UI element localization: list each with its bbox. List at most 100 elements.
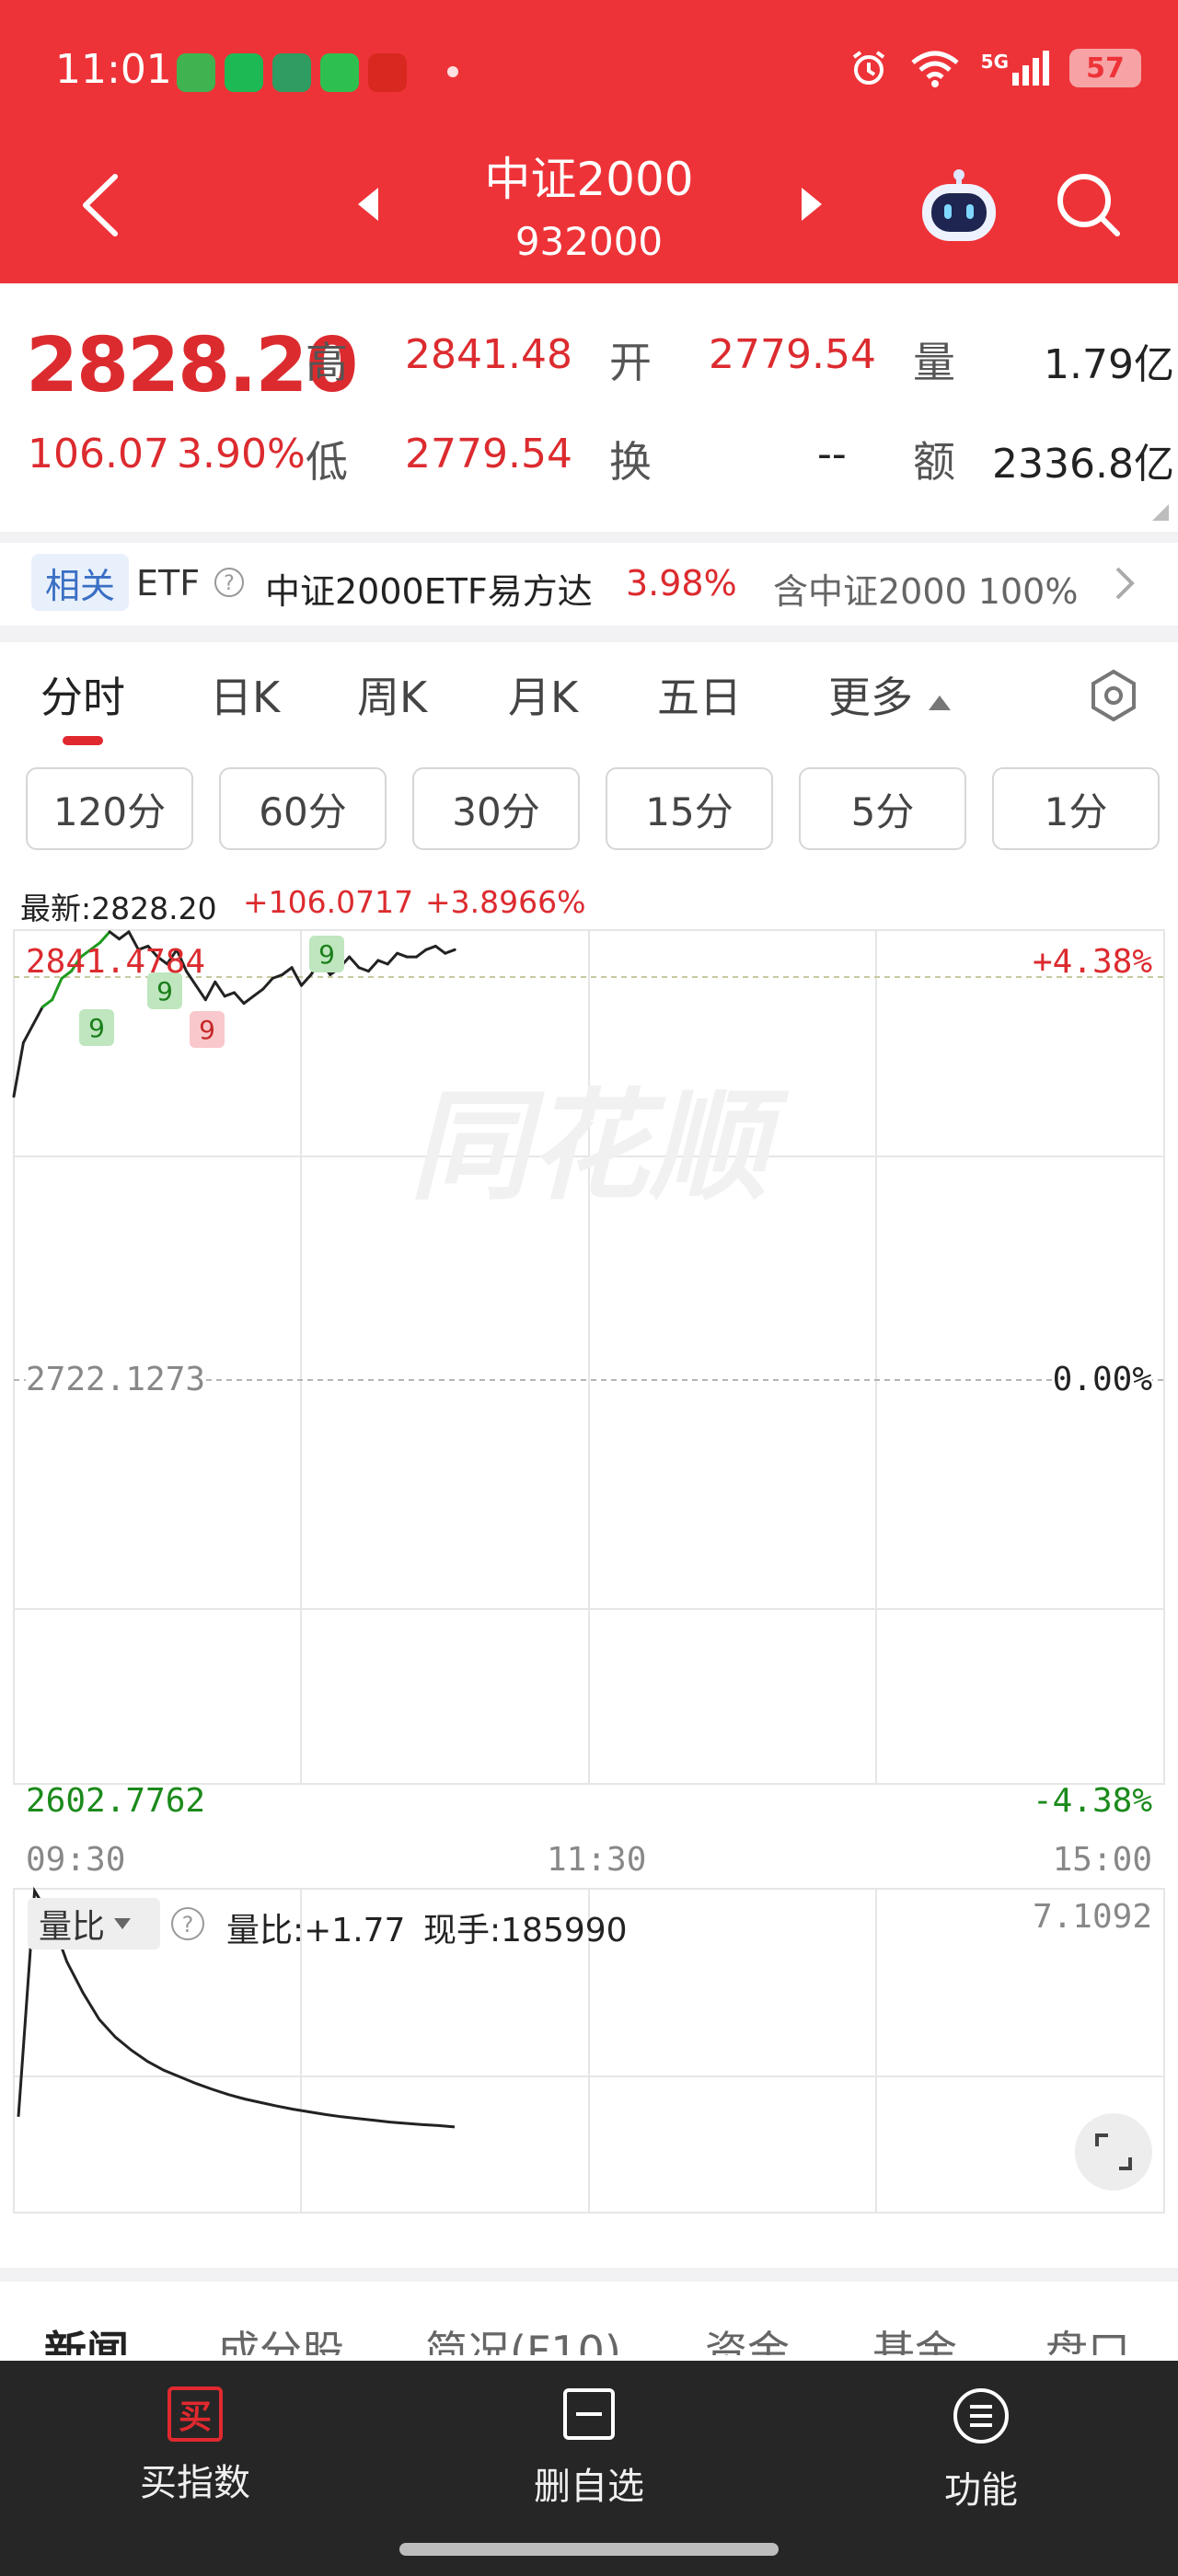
menu-circle-icon (953, 2388, 1009, 2444)
period-15min[interactable]: 15分 (606, 767, 773, 850)
alarm-icon (852, 51, 884, 85)
triangle-down-icon (114, 1918, 132, 1929)
security-app-icon (177, 53, 215, 92)
fullscreen-button[interactable] (1075, 2113, 1152, 2191)
tab-weekly-k[interactable]: 周K (357, 664, 427, 725)
current-hand-value: 现手:185990 (423, 1912, 628, 1949)
y-axis-low: 2602.7762 (26, 1782, 206, 1820)
watermark: 同花顺 (410, 1076, 790, 1216)
svg-text:9: 9 (88, 1013, 105, 1043)
back-button[interactable] (74, 173, 129, 237)
wifi-icon (911, 51, 959, 87)
turnover-value: -- (817, 431, 847, 477)
period-1min[interactable]: 1分 (992, 767, 1160, 850)
volume-ratio-value: 量比:+1.77 (226, 1912, 406, 1949)
price-line-segment (366, 959, 380, 973)
status-bar: 11:01 5G 57 (0, 0, 1178, 147)
period-30min[interactable]: 30分 (412, 767, 580, 850)
price-line-segment (31, 1006, 44, 1027)
bank-app-icon (272, 53, 311, 92)
turnover-label: 换 (609, 437, 652, 487)
intraday-chart[interactable]: 最新:2828.20 +106.0717 +3.8966% 同花顺 9 9 9 … (0, 869, 1178, 2268)
signal-badge: 9 (79, 1009, 114, 1046)
period-60min[interactable]: 60分 (219, 767, 387, 850)
indicator-selector[interactable]: 量比 (28, 1898, 160, 1949)
price-line-segment (433, 944, 447, 955)
pct-axis-mid: 0.00% (1052, 1361, 1152, 1398)
x-axis-start: 09:30 (26, 1841, 126, 1879)
volume-value: 1.79亿 (1044, 341, 1174, 388)
home-indicator[interactable] (399, 2543, 779, 2556)
tab-daily-k[interactable]: 日K (210, 664, 280, 725)
search-icon (1057, 174, 1120, 236)
tab-intraday[interactable]: 分时 (40, 664, 125, 725)
tab-profile[interactable]: 简况(F10) (425, 2318, 621, 2355)
system-icons: 5G 57 (849, 48, 1141, 88)
price-line-segment (376, 959, 389, 966)
price-line-segment (12, 1041, 25, 1098)
period-120min[interactable]: 120分 (26, 767, 193, 850)
tab-news[interactable]: 新闻 (44, 2318, 129, 2355)
chart-tabs: 分时 日K 周K 月K 五日 更多 (0, 644, 1178, 754)
etf-name: 中证2000ETF易方达 (265, 571, 593, 612)
tab-order-book[interactable]: 盘口 (1045, 2318, 1130, 2355)
triangle-up-icon (928, 696, 951, 710)
tab-constituents[interactable]: 成分股 (217, 2318, 344, 2355)
expand-corner-icon[interactable] (1149, 500, 1171, 523)
notification-icons (177, 53, 407, 92)
tab-monthly-k[interactable]: 月K (508, 664, 578, 725)
price-line-segment (261, 976, 274, 991)
pct-axis-high: +4.38% (1032, 943, 1152, 981)
index-code: 932000 (514, 219, 664, 264)
tab-more[interactable]: 更多 (828, 664, 953, 725)
etf-holding: 含中证2000 100% (773, 571, 1079, 612)
more-notifications-dot (447, 66, 458, 77)
status-time: 11:01 (55, 46, 172, 93)
network-type: 5G (980, 51, 1009, 73)
tab-five-day[interactable]: 五日 (657, 664, 742, 725)
amount-label: 额 (913, 437, 955, 487)
price-line-segment (118, 930, 131, 941)
buy-index-button[interactable]: 买 买指数 (85, 2386, 306, 2506)
remove-watchlist-label: 删自选 (534, 2466, 644, 2508)
shop-app-icon (368, 53, 407, 92)
remove-watchlist-button[interactable]: 删自选 (479, 2386, 699, 2510)
settings-hexagon-icon[interactable] (1086, 668, 1141, 723)
svg-text:9: 9 (318, 939, 335, 970)
phone-app-icon (320, 53, 359, 92)
y-axis-mid: 2722.1273 (26, 1361, 206, 1398)
price-line-segment (348, 955, 361, 970)
back-arrow-icon (83, 174, 118, 236)
battery-icon: 57 (1069, 49, 1141, 87)
help-icon[interactable]: ? (169, 1905, 206, 1942)
fullscreen-icon (1095, 2133, 1132, 2170)
chart-canvas: 同花顺 9 9 9 9 (12, 929, 1165, 2214)
bottom-toolbar: 买 买指数 删自选 功能 (0, 2361, 1178, 2576)
prev-index-button[interactable] (350, 184, 387, 224)
price-line-segment (40, 998, 54, 1009)
assistant-button[interactable] (915, 166, 1003, 248)
low-label: 低 (306, 437, 348, 487)
tab-funds[interactable]: 资金 (705, 2318, 790, 2355)
help-icon[interactable]: ? (214, 567, 245, 598)
pct-axis-low: -4.38% (1032, 1782, 1152, 1820)
price-line-segment (21, 1023, 35, 1044)
x-axis-end: 15:00 (1052, 1841, 1152, 1879)
volume-ratio-max: 7.1092 (1032, 1898, 1152, 1936)
triangle-right-icon (802, 188, 822, 221)
price-line-segment (51, 976, 64, 1002)
svg-text:?: ? (224, 572, 235, 595)
high-value: 2841.48 (405, 331, 572, 378)
next-index-button[interactable] (793, 184, 830, 224)
tab-fund[interactable]: 基金 (872, 2318, 957, 2355)
period-5min[interactable]: 5分 (799, 767, 966, 850)
buy-index-label: 买指数 (140, 2462, 250, 2504)
price-line-segment (98, 930, 111, 945)
chevron-right-icon (1115, 567, 1135, 600)
price-line-segment (396, 951, 409, 959)
related-etf-row[interactable]: 相关 ETF ? 中证2000ETF易方达 3.98% 含中证2000 100% (0, 543, 1178, 626)
y-axis-high: 2841.4784 (26, 943, 206, 981)
search-button[interactable] (1049, 166, 1126, 243)
news-tabs: 新闻 成分股 简况(F10) 资金 基金 盘口 (0, 2282, 1178, 2355)
functions-button[interactable]: 功能 (871, 2386, 1091, 2513)
